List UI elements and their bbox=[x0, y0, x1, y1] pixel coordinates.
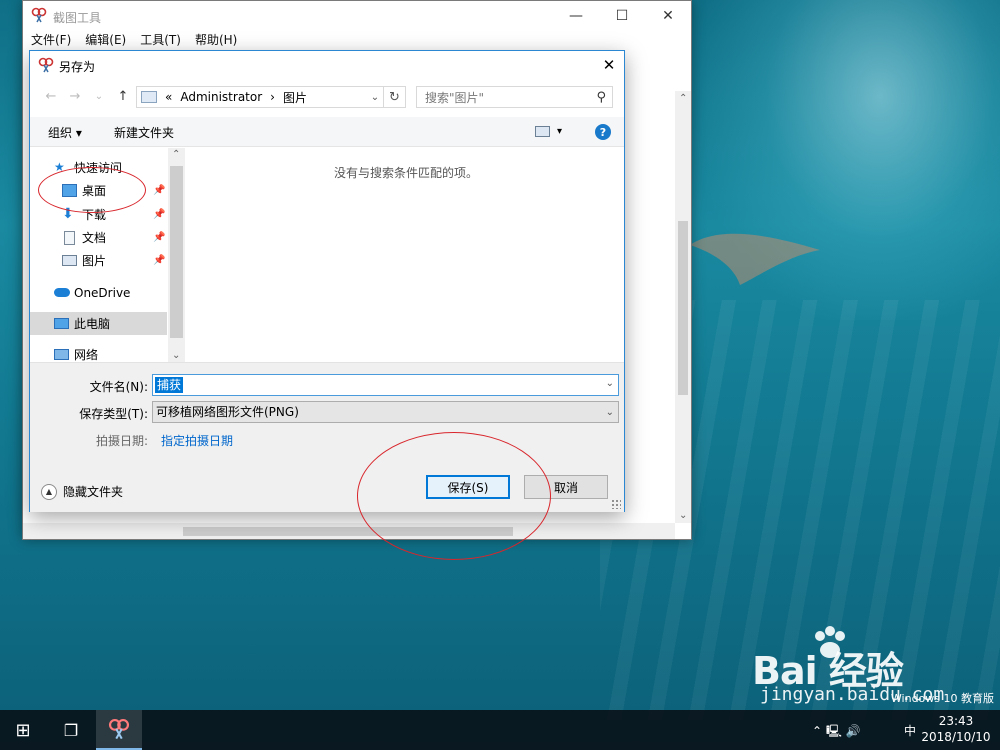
filename-value[interactable]: 捕获 bbox=[155, 377, 184, 393]
filetype-dropdown-icon[interactable]: ⌄ bbox=[606, 403, 614, 423]
filetype-label: 保存类型(T): bbox=[79, 407, 148, 421]
scissors-icon bbox=[108, 718, 130, 740]
taskbar-clock[interactable]: 23:43 2018/10/10 bbox=[920, 713, 992, 745]
filetype-value: 可移植网络图形文件(PNG) bbox=[156, 405, 299, 419]
taskbar: ⊞ ❐ ⌃ 🖳 🔊 中 23:43 2018/10/10 bbox=[0, 710, 1000, 750]
scrollbar-thumb[interactable] bbox=[678, 221, 688, 395]
menu-tools[interactable]: 工具(T) bbox=[140, 31, 181, 51]
vertical-scrollbar[interactable]: ⌃ ⌄ bbox=[675, 91, 691, 523]
clock-time: 23:43 bbox=[938, 714, 974, 728]
hide-folders-toggle[interactable]: ▲ 隐藏文件夹 bbox=[41, 483, 123, 500]
scissors-icon bbox=[31, 7, 47, 23]
windows-edition-label: Windows 10 教育版 bbox=[890, 692, 994, 705]
horizontal-scrollbar[interactable] bbox=[23, 523, 675, 539]
address-overflow[interactable]: « bbox=[165, 90, 172, 104]
annotation-circle-save bbox=[357, 432, 551, 560]
ime-indicator[interactable]: 中 bbox=[904, 722, 916, 739]
taskbar-snipping-tool[interactable] bbox=[96, 710, 142, 750]
nav-onedrive[interactable]: OneDrive bbox=[30, 281, 170, 304]
save-as-dialog: 另存为 ✕ ← → ⌄ ↑ « Administrator › 图片 ⌄ ↻ 搜… bbox=[29, 50, 625, 512]
help-icon[interactable]: ? bbox=[595, 124, 611, 140]
collapse-icon: ▲ bbox=[41, 483, 57, 500]
scroll-down-icon[interactable]: ⌄ bbox=[679, 510, 687, 521]
view-options-icon[interactable] bbox=[535, 126, 550, 137]
scissors-icon bbox=[38, 57, 54, 73]
maximize-button[interactable]: ☐ bbox=[599, 1, 645, 31]
nav-this-pc[interactable]: 此电脑 bbox=[30, 312, 167, 335]
organize-button[interactable]: 组织 ▾ bbox=[48, 124, 82, 141]
snipping-tool-menubar: 文件(F) 编辑(E) 工具(T) 帮助(H) bbox=[23, 31, 691, 51]
system-tray-icons[interactable]: ⌃ 🖳 🔊 bbox=[812, 722, 861, 743]
pin-icon: 📌 bbox=[153, 232, 166, 243]
navigation-bar: ← → ⌄ ↑ « Administrator › 图片 ⌄ ↻ 搜索"图片" … bbox=[30, 83, 624, 111]
document-icon bbox=[64, 230, 75, 245]
file-list[interactable]: 没有与搜索条件匹配的项。 bbox=[186, 148, 626, 362]
network-icon bbox=[54, 349, 69, 360]
snipping-tool-titlebar: 截图工具 — ☐ ✕ bbox=[23, 1, 691, 31]
breadcrumb-separator: › bbox=[270, 90, 275, 104]
nav-pane-scrollbar[interactable]: ⌃ ⌄ bbox=[168, 148, 185, 362]
pictures-icon bbox=[62, 255, 77, 266]
nav-scrollbar-thumb[interactable] bbox=[170, 166, 183, 338]
minimize-button[interactable]: — bbox=[553, 1, 599, 31]
nav-onedrive-label: OneDrive bbox=[74, 285, 131, 300]
date-label: 拍摄日期: bbox=[95, 434, 148, 448]
view-dropdown-icon[interactable]: ▾ bbox=[557, 126, 562, 137]
nav-this-pc-label: 此电脑 bbox=[74, 317, 111, 331]
pin-icon: 📌 bbox=[153, 255, 166, 266]
up-button[interactable]: ↑ bbox=[114, 87, 132, 105]
task-view-button[interactable]: ❐ bbox=[48, 710, 94, 750]
set-date-link[interactable]: 指定拍摄日期 bbox=[161, 432, 233, 449]
menu-file[interactable]: 文件(F) bbox=[31, 31, 71, 51]
nav-scroll-down-icon[interactable]: ⌄ bbox=[172, 350, 180, 361]
refresh-button[interactable]: ↻ bbox=[384, 86, 406, 108]
nav-pictures-label: 图片 bbox=[82, 254, 107, 268]
nav-network-label: 网络 bbox=[74, 348, 99, 362]
forward-button[interactable]: → bbox=[66, 87, 84, 105]
filename-dropdown-icon[interactable]: ⌄ bbox=[606, 378, 614, 389]
computer-icon bbox=[54, 318, 69, 329]
this-pc-icon bbox=[141, 91, 157, 103]
clock-date: 2018/10/10 bbox=[921, 730, 991, 744]
menu-help[interactable]: 帮助(H) bbox=[195, 31, 237, 51]
breadcrumb-administrator[interactable]: Administrator bbox=[180, 90, 262, 104]
new-folder-button[interactable]: 新建文件夹 bbox=[114, 124, 174, 141]
search-placeholder: 搜索"图片" bbox=[425, 90, 485, 105]
start-button[interactable]: ⊞ bbox=[0, 710, 46, 750]
menu-edit[interactable]: 编辑(E) bbox=[85, 31, 126, 51]
back-button[interactable]: ← bbox=[42, 87, 60, 105]
dialog-toolbar: 组织 ▾ 新建文件夹 ▾ ? bbox=[30, 117, 624, 147]
nav-scroll-up-icon[interactable]: ⌃ bbox=[172, 149, 180, 160]
dialog-titlebar: 另存为 ✕ bbox=[30, 51, 624, 79]
cloud-icon bbox=[54, 288, 70, 297]
close-button[interactable]: ✕ bbox=[645, 1, 691, 31]
nav-documents-label: 文档 bbox=[82, 231, 107, 245]
nav-pictures[interactable]: 图片 📌 bbox=[30, 249, 170, 272]
hide-folders-label: 隐藏文件夹 bbox=[63, 485, 124, 499]
dialog-close-button[interactable]: ✕ bbox=[594, 51, 624, 79]
nav-network[interactable]: 网络 bbox=[30, 343, 170, 362]
annotation-circle-desktop bbox=[38, 167, 146, 213]
recent-locations-button[interactable]: ⌄ bbox=[90, 87, 108, 105]
pin-icon: 📌 bbox=[153, 209, 166, 220]
search-icon[interactable]: ⚲ bbox=[596, 90, 606, 105]
dialog-title: 另存为 bbox=[59, 60, 96, 74]
empty-results-message: 没有与搜索条件匹配的项。 bbox=[333, 166, 478, 180]
nav-documents[interactable]: 文档 📌 bbox=[30, 226, 170, 249]
search-input[interactable]: 搜索"图片" ⚲ bbox=[416, 86, 613, 108]
pin-icon: 📌 bbox=[153, 185, 166, 196]
scroll-up-icon[interactable]: ⌃ bbox=[679, 93, 687, 104]
address-dropdown-icon[interactable]: ⌄ bbox=[366, 86, 384, 108]
filename-label: 文件名(N): bbox=[89, 380, 148, 394]
breadcrumb-pictures[interactable]: 图片 bbox=[283, 89, 307, 106]
address-bar[interactable]: « Administrator › 图片 bbox=[136, 86, 384, 108]
wallpaper-figure bbox=[690, 233, 820, 285]
snipping-tool-title: 截图工具 bbox=[53, 11, 102, 25]
filename-input[interactable]: 捕获 ⌄ bbox=[152, 374, 619, 396]
filetype-select[interactable]: 可移植网络图形文件(PNG) ⌄ bbox=[152, 401, 619, 423]
resize-grip-icon[interactable] bbox=[611, 499, 621, 509]
